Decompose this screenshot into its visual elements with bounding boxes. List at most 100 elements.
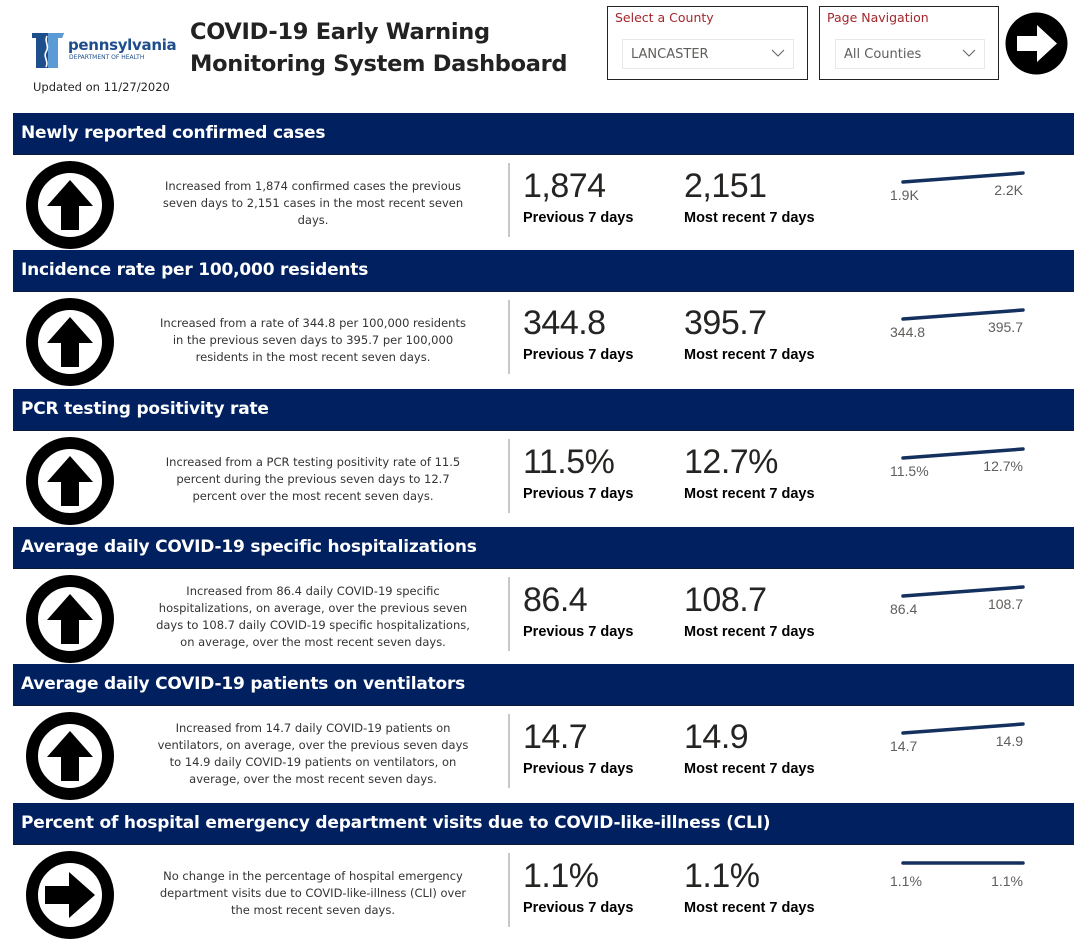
sparkline-end-label: 12.7% [983, 458, 1023, 474]
sparkline-start-label: 344.8 [890, 324, 926, 340]
sparkline-end-label: 108.7 [987, 596, 1023, 612]
section-header: Incidence rate per 100,000 residents [13, 250, 1074, 292]
description-line: to 14.9 daily COVID-19 patients on venti… [169, 755, 457, 769]
metric-section: Incidence rate per 100,000 residents Inc… [13, 250, 1074, 390]
recent-value: 395.7 [684, 304, 767, 342]
kpi-divider [508, 163, 510, 237]
sparkline-chart: 1.9K 2.2K [873, 163, 1053, 208]
previous-label: Previous 7 days [523, 210, 634, 226]
sparkline-start-label: 11.5% [890, 463, 929, 479]
description-line: hospitalizations, on average, over the p… [158, 601, 468, 615]
kpi-divider [508, 300, 510, 374]
section-description: Increased from 86.4 daily COVID-19 speci… [133, 583, 493, 651]
section-title: Average daily COVID-19 patients on venti… [21, 674, 466, 694]
sparkline-start-label: 86.4 [890, 601, 918, 617]
description-line: average, over the most recent seven days… [189, 772, 437, 786]
previous-value: 11.5% [523, 443, 615, 481]
sparkline-chart: 14.7 14.9 [873, 714, 1053, 759]
sparkline-line [901, 722, 1025, 735]
recent-label: Most recent 7 days [684, 900, 815, 916]
sparkline-line [901, 171, 1025, 184]
page-navigation-value: All Counties [844, 47, 922, 62]
metric-section: Average daily COVID-19 patients on venti… [13, 664, 1074, 804]
previous-label: Previous 7 days [523, 900, 634, 916]
pa-health-logo: pennsylvania DEPARTMENT OF HEALTH [30, 30, 177, 70]
page-navigation-label: Page Navigation [827, 10, 929, 25]
section-description: Increased from 1,874 confirmed cases the… [133, 178, 493, 229]
description-line: residents in the most recent seven days. [195, 349, 431, 364]
recent-label: Most recent 7 days [684, 347, 815, 363]
sparkline-start-label: 1.9K [890, 187, 919, 203]
page-title: COVID-19 Early Warning Monitoring System… [190, 16, 568, 80]
previous-label: Previous 7 days [523, 624, 634, 640]
navigate-button[interactable] [1005, 12, 1068, 75]
arrow-up-circle-icon [26, 437, 114, 525]
arrow-right-circle-icon [26, 851, 114, 939]
county-slicer-label: Select a County [615, 10, 714, 25]
page-navigation-slicer: Page Navigation All Counties [819, 6, 999, 80]
metric-section: Average daily COVID-19 specific hospital… [13, 527, 1074, 667]
previous-value: 14.7 [523, 718, 588, 756]
sparkline-end-label: 2.2K [994, 182, 1023, 198]
sparkline-chart: 86.4 108.7 [873, 577, 1053, 622]
section-title: Incidence rate per 100,000 residents [21, 260, 369, 280]
sparkline-chart: 344.8 395.7 [873, 300, 1053, 345]
kpi-divider [508, 853, 510, 927]
kpi-divider [508, 439, 510, 513]
section-header: Average daily COVID-19 patients on venti… [13, 664, 1074, 706]
section-description: No change in the percentage of hospital … [133, 868, 493, 919]
sparkline-line [901, 447, 1025, 460]
title-line-2: Monitoring System Dashboard [190, 51, 568, 77]
arrow-right-circle-icon [1005, 12, 1068, 75]
description-line: Increased from a rate of 344.8 per 100,0… [160, 315, 466, 330]
description-line: seven days to 2,151 cases in the most re… [162, 195, 464, 210]
description-line: Increased from 14.7 daily COVID-19 patie… [175, 721, 451, 735]
sparkline-end-label: 395.7 [987, 319, 1023, 335]
description-line: in the previous seven days to 395.7 per … [172, 332, 454, 347]
description-line: percent during the previous seven days t… [176, 471, 450, 486]
description-line: days to 108.7 daily COVID-19 specific ho… [156, 618, 470, 632]
description-line: ventilators, on average, over the previo… [157, 738, 469, 752]
recent-value: 108.7 [684, 581, 767, 619]
kpi-divider [508, 577, 510, 651]
county-dropdown-value: LANCASTER [631, 47, 709, 62]
metric-section: Newly reported confirmed cases Increased… [13, 113, 1074, 253]
section-title: Newly reported confirmed cases [21, 123, 326, 143]
metric-section: Percent of hospital emergency department… [13, 803, 1074, 943]
recent-value: 12.7% [684, 443, 778, 481]
recent-value: 14.9 [684, 718, 749, 756]
sparkline-start-label: 14.7 [890, 738, 918, 754]
description-line: Increased from 86.4 daily COVID-19 speci… [186, 584, 440, 598]
section-description: Increased from a PCR testing positivity … [133, 454, 493, 505]
previous-label: Previous 7 days [523, 486, 634, 502]
arrow-up-circle-icon [26, 575, 114, 663]
section-title: PCR testing positivity rate [21, 399, 269, 419]
arrow-up-circle-icon [26, 712, 114, 800]
section-header: PCR testing positivity rate [13, 389, 1074, 431]
section-description: Increased from 14.7 daily COVID-19 patie… [133, 720, 493, 788]
arrow-up-circle-icon [26, 298, 114, 386]
description-line: Increased from 1,874 confirmed cases the… [164, 178, 462, 193]
previous-value: 344.8 [523, 304, 606, 342]
previous-value: 1.1% [523, 857, 599, 895]
sparkline-chart: 1.1% 1.1% [873, 853, 1053, 898]
page-navigation-dropdown[interactable]: All Counties [835, 39, 985, 69]
recent-label: Most recent 7 days [684, 486, 815, 502]
updated-date: Updated on 11/27/2020 [33, 80, 170, 94]
sparkline-line [901, 308, 1025, 321]
previous-value: 1,874 [523, 167, 606, 205]
section-title: Average daily COVID-19 specific hospital… [21, 537, 477, 557]
sparkline-end-label: 1.1% [991, 873, 1023, 889]
section-header: Average daily COVID-19 specific hospital… [13, 527, 1074, 569]
arrow-up-circle-icon [26, 161, 114, 249]
county-slicer: Select a County LANCASTER [607, 6, 808, 80]
logo-subtitle: DEPARTMENT OF HEALTH [69, 54, 145, 61]
section-title: Percent of hospital emergency department… [21, 813, 771, 833]
previous-label: Previous 7 days [523, 347, 634, 363]
previous-label: Previous 7 days [523, 761, 634, 777]
description-line: department visits due to COVID-like-illn… [159, 885, 467, 900]
recent-label: Most recent 7 days [684, 624, 815, 640]
chevron-down-icon [962, 49, 976, 57]
county-dropdown[interactable]: LANCASTER [622, 39, 794, 69]
chevron-down-icon [771, 49, 785, 57]
